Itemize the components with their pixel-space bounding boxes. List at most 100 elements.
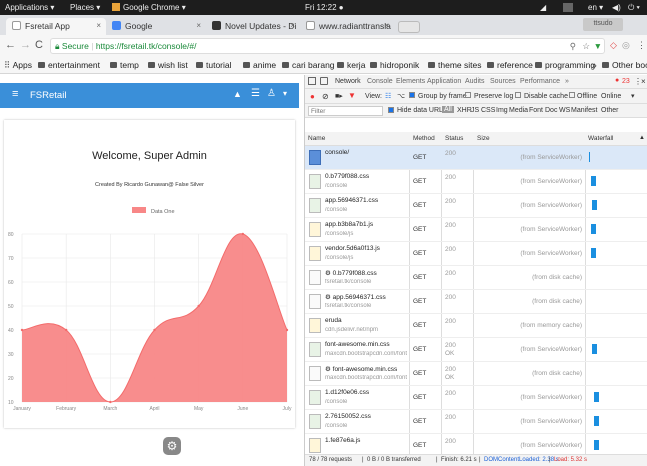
network-request-row[interactable]: vendor.5d6a0f13.js/console/js GET 200 (from… <box>305 242 647 266</box>
bookmark-wish-list[interactable]: wish list <box>148 60 188 70</box>
filter-type-media[interactable]: Media <box>509 107 528 114</box>
language-indicator[interactable]: en ▾ <box>588 3 603 12</box>
other-bookmarks[interactable]: Other bookmarks <box>602 60 647 70</box>
column-size[interactable]: Size <box>477 135 490 142</box>
clear-icon[interactable]: ⊘ <box>322 92 329 101</box>
column-name[interactable]: Name <box>308 135 325 142</box>
tab-network[interactable]: Network <box>335 78 361 85</box>
power-icon[interactable]: ⏻ ▾ <box>628 3 640 13</box>
network-request-row[interactable]: 0.b779f088.css/console GET 200 (from Servic… <box>305 170 647 194</box>
close-icon[interactable]: × <box>196 21 201 30</box>
bookmark-cari-barang[interactable]: cari barang <box>282 60 335 70</box>
filter-icon[interactable]: ▼ <box>348 91 356 100</box>
network-icon[interactable]: ◢ <box>540 3 546 12</box>
reload-icon[interactable]: C <box>35 39 43 51</box>
filter-type-xhr[interactable]: XHR <box>457 107 472 114</box>
bookmark-tutorial[interactable]: tutorial <box>196 60 232 70</box>
filter-type-other[interactable]: Other <box>601 107 619 114</box>
error-count[interactable]: 23 <box>622 78 630 85</box>
network-request-row[interactable]: app.b3b8a7b1.js/console/js GET 200 (from Se… <box>305 218 647 242</box>
settings-gear-icon[interactable]: ⚙ <box>163 437 181 455</box>
filter-type-font[interactable]: Font <box>529 107 543 114</box>
hide-data-urls-checkbox[interactable] <box>388 107 394 113</box>
column-method[interactable]: Method <box>413 135 435 142</box>
workspace-icon[interactable] <box>563 3 573 12</box>
tab-novel-updates[interactable]: Novel Updates - Di × <box>206 18 300 35</box>
bookmark-kerja[interactable]: kerja <box>337 60 365 70</box>
address-bar[interactable]: 🔒︎ Secure | https://fsretail.tk/console/… <box>50 38 605 54</box>
tab-radiant[interactable]: www.radianttransla × <box>300 18 394 35</box>
error-icon[interactable]: ● <box>615 77 619 84</box>
network-request-row[interactable]: ⚙ 0.b779f088.css fsretail.tk/console GET 20… <box>305 266 647 290</box>
column-status[interactable]: Status <box>445 135 463 142</box>
filter-type-js[interactable]: JS <box>471 107 479 114</box>
bookmark-theme-sites[interactable]: theme sites <box>428 60 481 70</box>
inspect-icon[interactable] <box>308 77 316 85</box>
column-waterfall[interactable]: Waterfall <box>588 135 613 142</box>
clock[interactable]: Fri 12:22 ● <box>305 3 344 12</box>
tab-elements[interactable]: Elements <box>396 78 425 85</box>
extension-icon[interactable]: ▼ <box>594 41 602 51</box>
list-icon[interactable]: ☰ <box>251 88 260 99</box>
extension-icon[interactable]: ◎ <box>622 40 630 51</box>
extension-icon[interactable]: ◇ <box>610 40 617 51</box>
tabs-overflow[interactable]: » <box>565 78 569 85</box>
user-icon[interactable]: ♙ <box>267 88 276 99</box>
tab-application[interactable]: Application <box>427 78 461 85</box>
network-request-row[interactable]: 1.d12f0e06.css/console GET 200 (from Servic… <box>305 386 647 410</box>
record-icon[interactable]: ● <box>310 92 315 101</box>
group-checkbox[interactable] <box>409 92 415 98</box>
back-icon[interactable]: ← <box>5 39 16 51</box>
tab-google[interactable]: Google × <box>106 18 206 35</box>
menu-icon[interactable]: ⋮ <box>637 40 646 51</box>
filter-type-css[interactable]: CSS <box>481 107 495 114</box>
bell-icon[interactable]: ▲ <box>233 89 242 99</box>
bookmark-reference[interactable]: reference <box>487 60 533 70</box>
filter-type-img[interactable]: Img <box>496 107 508 114</box>
device-toggle-icon[interactable] <box>320 77 328 85</box>
network-request-row[interactable]: ⚙ app.56946371.css fsretail.tk/console GET… <box>305 290 647 314</box>
filter-input[interactable] <box>308 106 383 116</box>
large-rows-icon[interactable]: ☷ <box>385 92 391 100</box>
filter-type-all[interactable]: All <box>442 106 454 113</box>
network-request-row[interactable]: console/GET 200 (from ServiceWorker) <box>305 146 647 170</box>
new-tab-button[interactable] <box>398 21 420 33</box>
tab-audits[interactable]: Audits <box>465 78 484 85</box>
dropdown-caret-icon[interactable]: ▾ <box>283 89 287 98</box>
offline-checkbox[interactable] <box>569 92 575 98</box>
network-request-row[interactable]: font-awesome.min.css maxcdn.bootstrapcdn.… <box>305 338 647 362</box>
bookmark-apps[interactable]: ⠿ Apps <box>4 60 32 71</box>
tab-performance[interactable]: Performance <box>520 78 560 85</box>
profile-button[interactable]: ttsudo <box>583 18 623 31</box>
network-request-row[interactable]: 1.fe87e6a.js GET 200 (from ServiceWorker) <box>305 434 647 454</box>
tab-sources[interactable]: Sources <box>490 78 516 85</box>
tab-console[interactable]: Console <box>367 78 393 85</box>
tab-fsretail[interactable]: Fsretail App × <box>6 18 106 35</box>
network-request-row[interactable]: 2.76150052.css/console GET 200 (from Servic… <box>305 410 647 434</box>
bookmark-entertainment[interactable]: entertainment <box>38 60 100 70</box>
bookmark-hidroponik[interactable]: hidroponik <box>370 60 419 70</box>
bookmarks-overflow[interactable]: » <box>592 60 597 70</box>
disable-cache-checkbox[interactable] <box>515 92 521 98</box>
close-icon[interactable]: × <box>96 21 101 30</box>
star-icon[interactable]: ☆ <box>582 41 590 52</box>
filter-type-doc[interactable]: Doc <box>545 107 557 114</box>
chevron-down-icon[interactable]: ▾ <box>631 92 635 100</box>
chrome-app-menu[interactable]: Google Chrome ▾ <box>123 3 186 12</box>
places-menu[interactable]: Places ▾ <box>70 3 100 12</box>
preserve-checkbox[interactable] <box>465 92 471 98</box>
zoom-icon[interactable]: ⚲ <box>570 41 576 52</box>
network-request-row[interactable]: app.56946371.css/console GET 200 (from Serv… <box>305 194 647 218</box>
volume-icon[interactable]: ◀) <box>612 3 621 12</box>
close-icon[interactable]: × <box>290 21 295 30</box>
filter-type-manifest[interactable]: Manifest <box>571 107 597 114</box>
network-request-row[interactable]: eruda cdn.jsdelivr.net/npm GET 200 (from mem… <box>305 314 647 338</box>
throttling-select[interactable]: Online <box>601 93 621 100</box>
filter-type-ws[interactable]: WS <box>559 107 570 114</box>
sort-icon[interactable]: ▲ <box>639 135 645 141</box>
network-request-row[interactable]: ⚙ font-awesome.min.css maxcdn.bootstrapcd… <box>305 362 647 386</box>
close-icon[interactable]: × <box>384 21 389 30</box>
applications-menu[interactable]: Applications ▾ <box>5 3 54 12</box>
waterfall-icon[interactable]: ⌥ <box>397 92 405 100</box>
camera-icon[interactable]: ■▸ <box>335 92 343 100</box>
